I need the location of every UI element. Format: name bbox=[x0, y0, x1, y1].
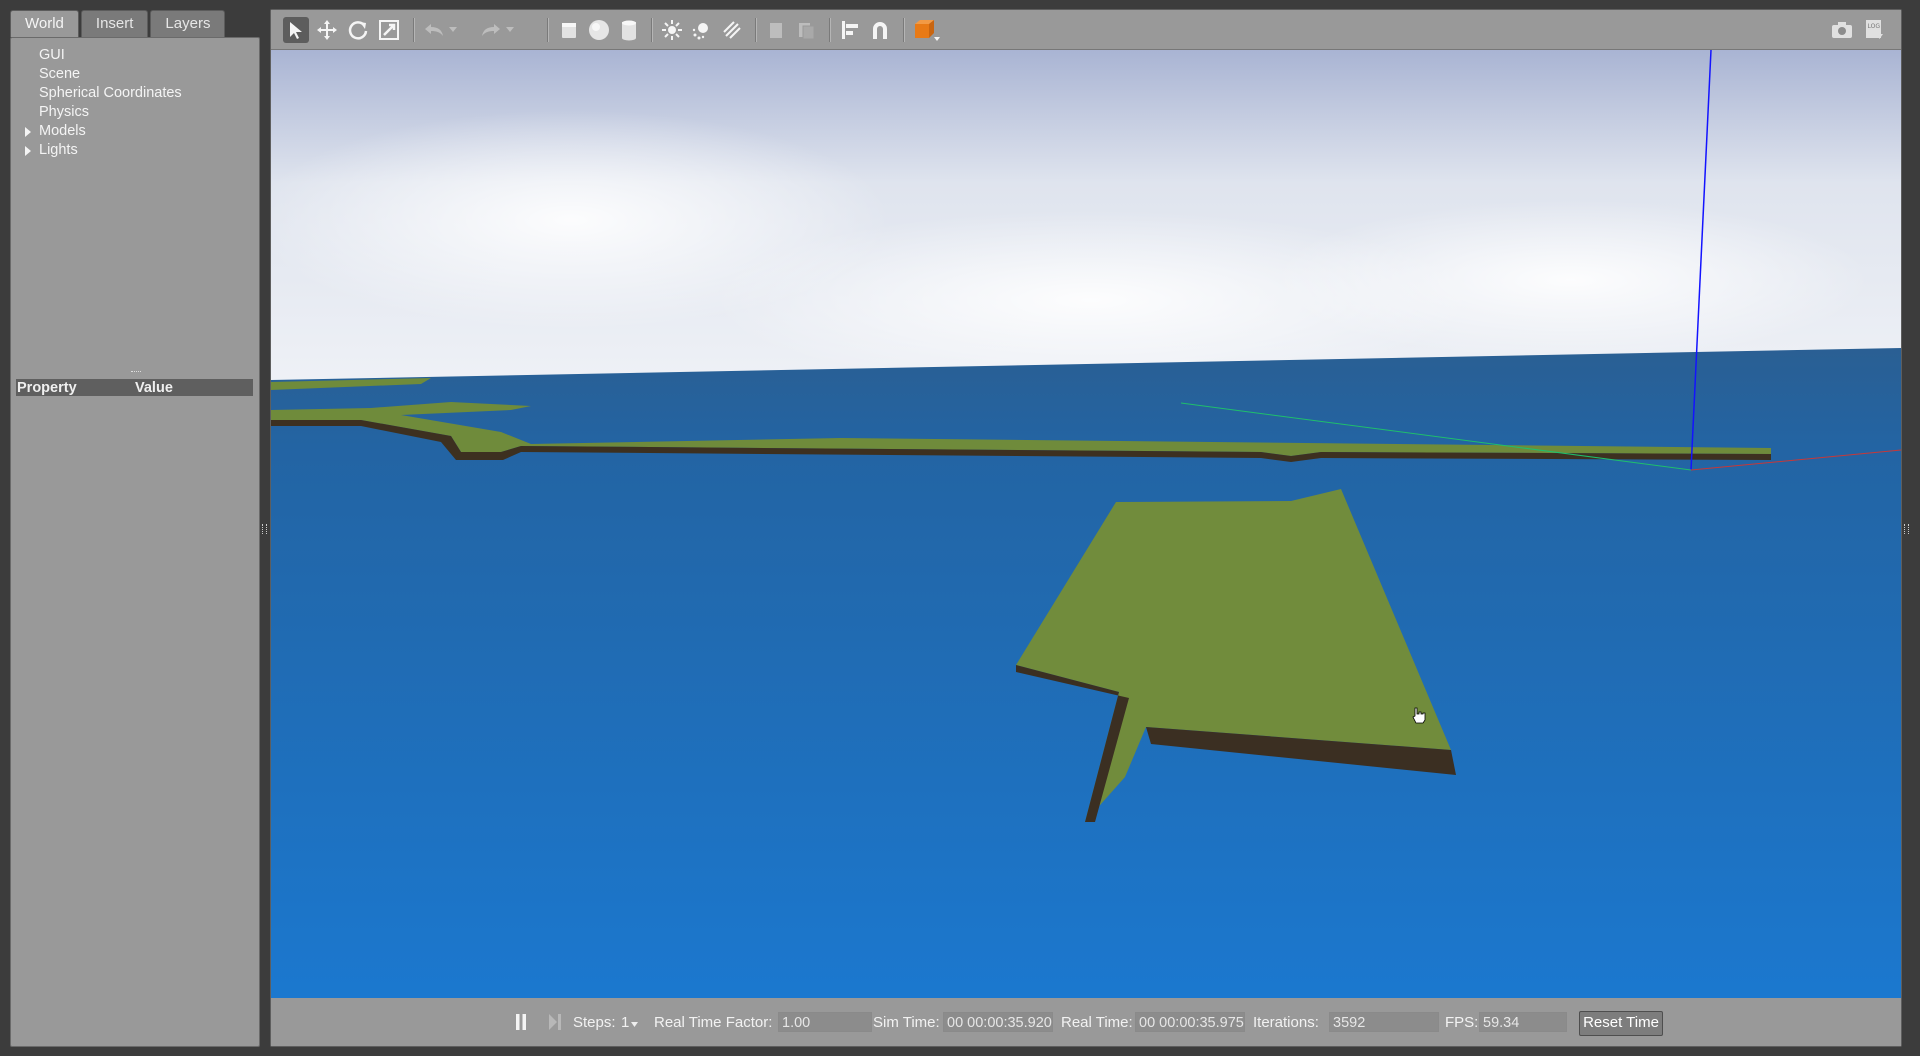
chevron-down-icon bbox=[506, 27, 514, 32]
paste-icon bbox=[799, 23, 815, 40]
align-icon bbox=[842, 21, 858, 39]
point-light-button[interactable] bbox=[659, 17, 685, 43]
panel-splitter[interactable] bbox=[131, 371, 141, 375]
steps-dropdown-icon[interactable] bbox=[631, 1022, 638, 1028]
select-mode-button[interactable] bbox=[283, 17, 309, 43]
tab-layers[interactable]: Layers bbox=[150, 10, 226, 37]
redo-history-dropdown[interactable] bbox=[504, 17, 516, 43]
rotate-mode-button[interactable] bbox=[345, 17, 371, 43]
value-column-header[interactable]: Value bbox=[135, 380, 173, 396]
tree-item-label: Spherical Coordinates bbox=[39, 85, 182, 101]
cylinder-shape-button[interactable] bbox=[616, 17, 642, 43]
change-view-icon bbox=[915, 20, 940, 41]
toolbar-separator bbox=[547, 18, 549, 42]
fps-field: 59.34 bbox=[1479, 1012, 1567, 1032]
cylinder-shape-icon bbox=[622, 20, 636, 41]
toolbar-separator bbox=[755, 18, 757, 42]
sim-time-field: 00 00:00:35.920 bbox=[943, 1012, 1053, 1032]
pause-icon bbox=[516, 1014, 526, 1030]
left-splitter-handle[interactable] bbox=[262, 524, 267, 534]
directional-light-button[interactable] bbox=[719, 17, 745, 43]
change-view-button[interactable] bbox=[911, 17, 943, 43]
directional-light-icon bbox=[723, 21, 741, 39]
tab-world[interactable]: World bbox=[10, 10, 79, 37]
tree-item-label: Models bbox=[39, 123, 86, 139]
sphere-shape-button[interactable] bbox=[586, 17, 612, 43]
real-time-label: Real Time: bbox=[1061, 1014, 1133, 1031]
real-time-factor-label: Real Time Factor: bbox=[654, 1014, 773, 1031]
box-shape-button[interactable] bbox=[556, 17, 582, 43]
main-area: LOG Steps: 1 Real Time Factor: 1.00 Sim … bbox=[270, 9, 1902, 1047]
world-tree: GUI Scene Spherical Coordinates Physics … bbox=[11, 46, 259, 160]
step-icon bbox=[549, 1014, 561, 1030]
undo-history-dropdown[interactable] bbox=[447, 17, 459, 43]
right-splitter-handle[interactable] bbox=[1904, 524, 1909, 534]
scene-render bbox=[271, 50, 1901, 998]
spot-light-button[interactable] bbox=[689, 17, 715, 43]
scale-icon bbox=[379, 20, 399, 40]
reset-time-button[interactable]: Reset Time bbox=[1579, 1011, 1663, 1036]
left-panel: GUI Scene Spherical Coordinates Physics … bbox=[10, 37, 260, 1047]
tree-item-scene[interactable]: Scene bbox=[11, 65, 259, 84]
steps-value[interactable]: 1 bbox=[621, 1014, 629, 1031]
step-button[interactable] bbox=[548, 1013, 562, 1031]
redo-button[interactable] bbox=[478, 17, 504, 43]
copy-button[interactable] bbox=[763, 17, 789, 43]
toolbar-separator bbox=[651, 18, 653, 42]
toolbar-separator bbox=[413, 18, 415, 42]
select-arrow-icon bbox=[290, 22, 302, 39]
fps-label: FPS: bbox=[1445, 1014, 1479, 1031]
tree-item-label: Scene bbox=[39, 66, 81, 82]
expand-arrow-icon[interactable] bbox=[25, 146, 31, 156]
status-bar: Steps: 1 Real Time Factor: 1.00 Sim Time… bbox=[271, 998, 1901, 1046]
snap-magnet-icon bbox=[873, 22, 887, 39]
tree-item-models[interactable]: Models bbox=[11, 122, 259, 141]
translate-icon bbox=[317, 20, 337, 40]
steps-label: Steps: bbox=[573, 1014, 616, 1031]
svg-text:LOG: LOG bbox=[1868, 23, 1881, 30]
translate-mode-button[interactable] bbox=[314, 17, 340, 43]
snap-button[interactable] bbox=[867, 17, 893, 43]
tree-item-gui[interactable]: GUI bbox=[11, 46, 259, 65]
expand-arrow-icon[interactable] bbox=[25, 127, 31, 137]
box-shape-icon bbox=[562, 23, 576, 38]
copy-icon bbox=[770, 23, 782, 38]
redo-icon bbox=[482, 24, 500, 36]
undo-button[interactable] bbox=[421, 17, 447, 43]
property-table-header: Property Value bbox=[16, 379, 253, 396]
tree-item-spherical-coordinates[interactable]: Spherical Coordinates bbox=[11, 84, 259, 103]
property-column-header[interactable]: Property bbox=[16, 380, 135, 396]
3d-viewport[interactable] bbox=[271, 50, 1901, 998]
point-light-icon bbox=[662, 20, 682, 40]
tab-insert[interactable]: Insert bbox=[80, 10, 149, 37]
tree-item-label: GUI bbox=[39, 47, 65, 63]
toolbar-separator bbox=[829, 18, 831, 42]
log-button[interactable]: LOG bbox=[1861, 17, 1887, 43]
paste-button[interactable] bbox=[793, 17, 819, 43]
tree-item-label: Lights bbox=[39, 142, 78, 158]
tree-item-lights[interactable]: Lights bbox=[11, 141, 259, 160]
iterations-field: 3592 bbox=[1329, 1012, 1439, 1032]
log-icon: LOG bbox=[1866, 20, 1883, 39]
iterations-label: Iterations: bbox=[1253, 1014, 1319, 1031]
toolbar: LOG bbox=[271, 10, 1901, 50]
chevron-down-icon bbox=[449, 27, 457, 32]
undo-icon bbox=[425, 24, 443, 36]
screenshot-icon bbox=[1832, 22, 1852, 38]
screenshot-button[interactable] bbox=[1829, 17, 1855, 43]
sphere-shape-icon bbox=[589, 20, 609, 40]
sim-time-label: Sim Time: bbox=[873, 1014, 940, 1031]
pause-button[interactable] bbox=[514, 1013, 528, 1031]
tree-item-physics[interactable]: Physics bbox=[11, 103, 259, 122]
left-panel-tabs: World Insert Layers bbox=[10, 10, 226, 37]
spot-light-icon bbox=[692, 23, 708, 40]
align-button[interactable] bbox=[837, 17, 863, 43]
real-time-factor-field: 1.00 bbox=[778, 1012, 872, 1032]
real-time-field: 00 00:00:35.975 bbox=[1135, 1012, 1245, 1032]
scale-mode-button[interactable] bbox=[376, 17, 402, 43]
rotate-icon bbox=[348, 21, 368, 40]
tree-item-label: Physics bbox=[39, 104, 89, 120]
toolbar-separator bbox=[903, 18, 905, 42]
